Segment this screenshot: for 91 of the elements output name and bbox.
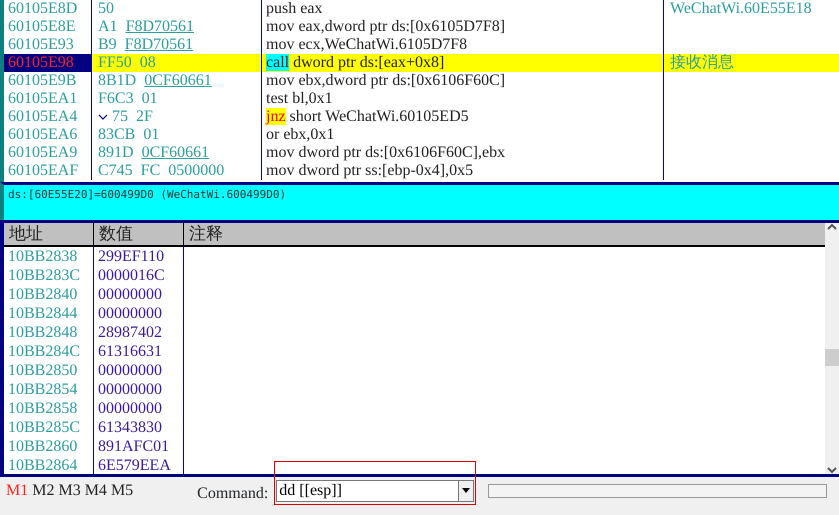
opcode-bytes: 01 <box>143 126 160 144</box>
address-cell: 60105EA4 <box>4 108 92 126</box>
opcode-bytes: F6C3 <box>98 90 134 108</box>
comment-text: 接收消息 <box>670 54 734 71</box>
instruction-operands: dword ptr ds:[0x6106F60C],ebx <box>298 144 506 161</box>
instruction-operands: dword ptr ss:[ebp-0x4],0x5 <box>298 162 474 179</box>
instruction-operands: ebx,dword ptr ds:[0x6106F60C] <box>298 72 506 89</box>
value-cell: 61343830 <box>94 418 184 437</box>
column-header: 地址 <box>4 223 94 245</box>
dropdown-button[interactable] <box>458 480 474 502</box>
scroll-up-icon[interactable] <box>827 223 837 231</box>
opcode-bytes: F8D70561 <box>124 36 194 54</box>
instruction-operands: ebx,0x1 <box>283 126 334 143</box>
address-cell: 10BB2860 <box>4 437 94 456</box>
opcode-bytes: 8B1D <box>98 72 136 90</box>
opcode-bytes: FF50 <box>98 54 132 72</box>
address-cell: 60105EA9 <box>4 144 92 162</box>
opcode-bytes: F8D70561 <box>126 18 194 36</box>
opcode-bytes: A1 <box>98 18 118 36</box>
memory-tab[interactable]: M2 <box>30 478 56 502</box>
info-text: ds:[60E55E20]=600499D0 (WeChatWi.600499D0) <box>8 188 286 201</box>
address-cell: 60105EA6 <box>4 126 92 144</box>
memory-tab[interactable]: M3 <box>56 478 83 502</box>
address-cell: 10BB2840 <box>4 285 94 304</box>
opcode-bytes: 01 <box>142 90 158 108</box>
mnemonic: mov <box>266 72 294 89</box>
mnemonic: jnz <box>266 108 286 125</box>
value-cell: 6E579EEA <box>94 456 184 474</box>
opcode-bytes: 2F <box>136 108 153 126</box>
mnemonic: test <box>266 90 288 107</box>
address-cell: 10BB283C <box>4 266 94 285</box>
address-cell: 60105E9B <box>4 72 92 90</box>
value-cell: 28987402 <box>94 323 184 342</box>
instruction-operands: bl,0x1 <box>292 90 333 107</box>
address-cell: 60105E8E <box>4 18 92 36</box>
opcode-bytes: 83CB <box>98 126 136 144</box>
address-cell: 10BB2864 <box>4 456 94 474</box>
value-cell: 00000000 <box>94 380 184 399</box>
opcode-bytes: 0CF60661 <box>142 144 210 162</box>
address-cell: 10BB2854 <box>4 380 94 399</box>
value-cell: 00000000 <box>94 399 184 418</box>
address-cell: 60105EAF <box>4 162 92 180</box>
opcode-bytes: 0CF60661 <box>144 72 212 90</box>
instruction-operands: ecx,WeChatWi.6105D7F8 <box>298 36 468 53</box>
memory-tab[interactable]: M5 <box>108 478 136 502</box>
scroll-thumb[interactable] <box>825 349 839 366</box>
address-cell: 10BB284C <box>4 342 94 361</box>
mnemonic: mov <box>266 144 294 161</box>
mnemonic: push <box>266 0 296 17</box>
mnemonic: mov <box>266 162 294 179</box>
value-cell: 00000000 <box>94 304 184 323</box>
address-cell: 10BB2838 <box>4 247 94 266</box>
scrollbar[interactable] <box>825 223 839 474</box>
address-cell: 10BB2844 <box>4 304 94 323</box>
opcode-bytes: B9 <box>98 36 117 54</box>
command-field[interactable]: dd [[esp]] <box>276 480 458 502</box>
mnemonic: mov <box>266 18 294 35</box>
instruction-operands: eax,dword ptr ds:[0x6105D7F8] <box>298 18 506 35</box>
value-cell: 61316631 <box>94 342 184 361</box>
opcode-bytes: 50 <box>98 0 114 18</box>
scroll-down-icon[interactable] <box>827 466 837 474</box>
address-cell: 10BB2848 <box>4 323 94 342</box>
command-label: Command: <box>197 484 268 504</box>
opcode-bytes: 75 <box>112 108 128 126</box>
value-cell: 891AFC01 <box>94 437 184 456</box>
mnemonic: or <box>266 126 280 143</box>
comment-text: WeChatWi.60E55E18 <box>670 0 812 17</box>
opcode-bytes: 891D <box>98 144 134 162</box>
value-cell: 299EF110 <box>94 247 184 266</box>
instruction-operands: dword ptr ds:[eax+0x8] <box>293 54 444 71</box>
opcode-bytes: C745 <box>98 162 133 180</box>
column-header: 数值 <box>94 223 184 245</box>
opcode-bytes: 08 <box>140 54 156 72</box>
address-cell: 10BB2850 <box>4 361 94 380</box>
mnemonic: call <box>266 54 290 71</box>
caret-icon <box>462 488 470 493</box>
address-cell: 10BB2858 <box>4 399 94 418</box>
address-cell: 60105E98 <box>4 54 92 72</box>
value-cell: 0000016C <box>94 266 184 285</box>
value-cell: 00000000 <box>94 285 184 304</box>
mnemonic: mov <box>266 36 294 53</box>
address-cell: 10BB285C <box>4 418 94 437</box>
value-cell: 00000000 <box>94 361 184 380</box>
opcode-bytes: 0500000 <box>168 162 224 180</box>
instruction-operands: short WeChatWi.60105ED5 <box>290 108 469 125</box>
address-cell: 60105E8D <box>4 0 92 18</box>
memory-tab[interactable]: M4 <box>82 478 109 502</box>
column-header: 注释 <box>188 223 224 245</box>
opcode-bytes: FC <box>140 162 160 180</box>
address-cell: 60105EA1 <box>4 90 92 108</box>
instruction-operands: eax <box>300 0 322 17</box>
